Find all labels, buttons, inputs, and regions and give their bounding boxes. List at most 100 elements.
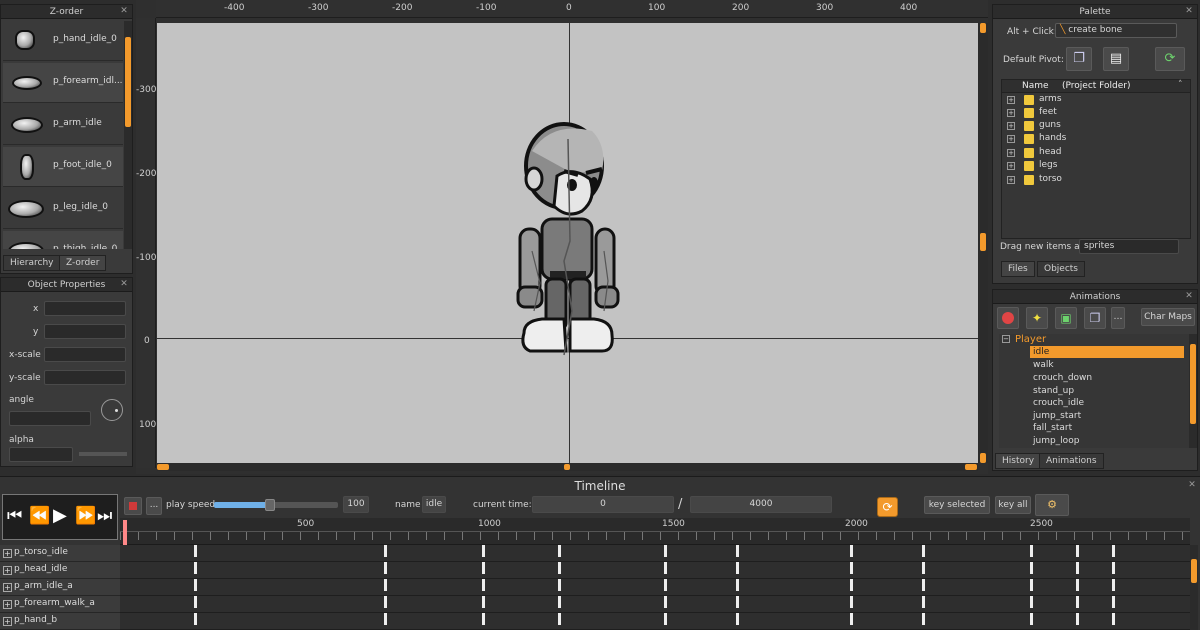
keyframe-column[interactable]	[664, 545, 667, 630]
zorder-item[interactable]: p_hand_idle_0	[3, 21, 123, 61]
keyframe-column[interactable]	[850, 545, 853, 630]
track-row[interactable]: + p_arm_idle_a	[0, 579, 120, 596]
settings-button[interactable]: ⚙	[1035, 494, 1069, 516]
refresh-button[interactable]: ⟳	[1155, 47, 1185, 71]
animation-scrollbar[interactable]	[1189, 334, 1197, 448]
animation-item-jump-loop[interactable]: jump_loop	[1030, 435, 1184, 447]
close-icon[interactable]: ✕	[119, 279, 129, 289]
zorder-item[interactable]: p_forearm_idl...	[3, 63, 123, 103]
animation-item-fall-start[interactable]: fall_start	[1030, 422, 1184, 434]
y-scale-field[interactable]	[44, 370, 126, 385]
close-icon[interactable]: ✕	[1184, 6, 1194, 16]
length-field[interactable]: 4000	[690, 496, 832, 513]
canvas-horizontal-scrollbar[interactable]	[157, 463, 978, 471]
expand-icon[interactable]: +	[1007, 135, 1015, 143]
canvas-vertical-scrollbar[interactable]	[978, 23, 988, 463]
play-speed-slider[interactable]	[214, 499, 338, 511]
track-row[interactable]: + p_head_idle	[0, 562, 120, 579]
expand-icon[interactable]: +	[1007, 162, 1015, 170]
duplicate-animation-button[interactable]: ❐	[1084, 307, 1106, 329]
close-icon[interactable]: ✕	[1187, 480, 1197, 490]
tab-history[interactable]: History	[995, 453, 1042, 469]
keyframe-column[interactable]	[922, 545, 925, 630]
track-row[interactable]: + p_hand_b	[0, 613, 120, 630]
add-animation-button[interactable]: ▣	[1055, 307, 1077, 329]
tab-hierarchy[interactable]: Hierarchy	[3, 255, 61, 271]
character-sprite[interactable]	[512, 111, 632, 356]
folder-row-legs[interactable]: + legs	[1004, 160, 1186, 173]
tab-z-order[interactable]: Z-order	[59, 255, 107, 271]
folder-row-arms[interactable]: + arms	[1004, 94, 1186, 107]
current-time-field[interactable]: 0	[532, 496, 674, 513]
expand-icon[interactable]: +	[3, 549, 12, 558]
scrollbar-thumb[interactable]	[564, 464, 570, 470]
skip-start-icon[interactable]: ⏮	[7, 506, 22, 526]
collapse-icon[interactable]: −	[1002, 335, 1010, 343]
track-row[interactable]: + p_forearm_walk_a	[0, 596, 120, 613]
scrollbar-thumb[interactable]	[980, 233, 986, 251]
animation-item-jump-start[interactable]: jump_start	[1030, 410, 1184, 422]
options-button[interactable]: ...	[146, 497, 162, 515]
zorder-item[interactable]: p_thigh_idle_0	[3, 231, 123, 249]
key-selected-button[interactable]: key selected	[924, 496, 990, 514]
scrollbar-thumb[interactable]	[1190, 344, 1196, 424]
expand-icon[interactable]: +	[3, 617, 12, 626]
key-all-button[interactable]: key all	[995, 496, 1031, 514]
keyframe-column[interactable]	[736, 545, 739, 630]
keyframe-column[interactable]	[1076, 545, 1079, 630]
animation-item-crouch-down[interactable]: crouch_down	[1030, 372, 1184, 384]
close-icon[interactable]: ✕	[1184, 291, 1194, 301]
zorder-item[interactable]: p_arm_idle	[3, 105, 123, 145]
tab-files[interactable]: Files	[1001, 261, 1035, 277]
track-row[interactable]: + p_torso_idle	[0, 545, 120, 562]
expand-icon[interactable]: +	[1007, 122, 1015, 130]
chevron-up-icon[interactable]: ˄	[1178, 80, 1183, 90]
y-field[interactable]	[44, 324, 126, 339]
animation-item-idle[interactable]: idle	[1030, 346, 1184, 358]
expand-icon[interactable]: +	[1007, 176, 1015, 184]
scrollbar-thumb[interactable]	[1191, 559, 1197, 583]
folder-row-head[interactable]: + head	[1004, 147, 1186, 160]
step-back-icon[interactable]: ⏪	[29, 506, 50, 526]
folder-row-guns[interactable]: + guns	[1004, 120, 1186, 133]
loop-toggle[interactable]: ⟳	[877, 497, 898, 517]
x-field[interactable]	[44, 301, 126, 316]
copy-pivot-button[interactable]: ❐	[1066, 47, 1092, 71]
expand-icon[interactable]: +	[3, 566, 12, 575]
scrollbar-thumb[interactable]	[125, 37, 131, 127]
expand-icon[interactable]: +	[3, 583, 12, 592]
skip-end-icon[interactable]: ⏭	[97, 506, 112, 526]
zorder-item[interactable]: p_foot_idle_0	[3, 147, 123, 187]
folder-row-hands[interactable]: + hands	[1004, 133, 1186, 146]
x-scale-field[interactable]	[44, 347, 126, 362]
zorder-scrollbar[interactable]	[124, 21, 132, 249]
play-icon[interactable]: ▶	[53, 505, 67, 526]
paste-pivot-button[interactable]: ▤	[1103, 47, 1129, 71]
slider-handle[interactable]	[264, 499, 275, 511]
expand-icon[interactable]: +	[1007, 149, 1015, 157]
record-button[interactable]	[124, 497, 142, 515]
keyframe-column[interactable]	[558, 545, 561, 630]
keyframe-column[interactable]	[194, 545, 197, 630]
animation-item-walk[interactable]: walk	[1030, 359, 1184, 371]
folder-row-torso[interactable]: + torso	[1004, 174, 1186, 187]
animation-item-crouch-idle[interactable]: crouch_idle	[1030, 397, 1184, 409]
zorder-item[interactable]: p_leg_idle_0	[3, 189, 123, 229]
close-icon[interactable]: ✕	[119, 6, 129, 16]
step-forward-icon[interactable]: ⏩	[75, 506, 96, 526]
angle-field[interactable]	[9, 411, 91, 426]
char-maps-button[interactable]: Char Maps	[1141, 308, 1195, 326]
folder-row-feet[interactable]: + feet	[1004, 107, 1186, 120]
delete-animation-button[interactable]	[997, 307, 1019, 329]
create-bone-button[interactable]: ╲ create bone	[1055, 23, 1177, 38]
animation-item-stand-up[interactable]: stand_up	[1030, 385, 1184, 397]
play-speed-field[interactable]: 100	[343, 496, 369, 513]
animation-name-field[interactable]: idle	[422, 496, 446, 513]
expand-icon[interactable]: +	[3, 600, 12, 609]
angle-dial-icon[interactable]	[101, 399, 123, 421]
drag-as-field[interactable]: sprites	[1079, 239, 1179, 254]
timeline-scrollbar[interactable]	[1190, 545, 1198, 630]
more-button[interactable]: …	[1111, 307, 1125, 329]
entity-player[interactable]: Player	[1015, 334, 1046, 345]
name-column-header[interactable]: Name	[1022, 81, 1049, 91]
